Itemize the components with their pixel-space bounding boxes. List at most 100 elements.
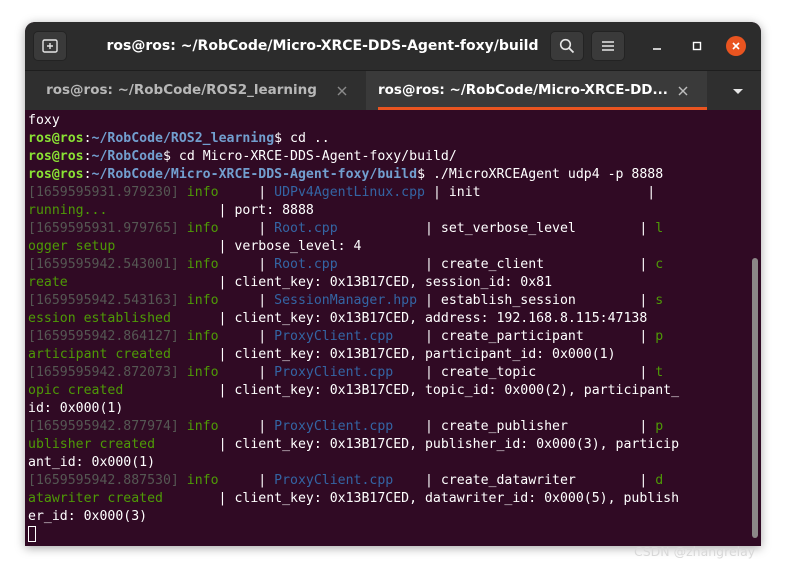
terminal-segment: :: [83, 149, 92, 164]
tab-close-icon[interactable]: [336, 85, 348, 97]
terminal-segment: | create_topic |: [393, 365, 656, 380]
terminal-segment: ant_id: 0x000(1): [28, 455, 156, 470]
terminal-segment: | client_key: 0x13B17CED, session_id: 0x…: [67, 275, 553, 290]
terminal-line: ession established | client_key: 0x13B17…: [28, 310, 679, 328]
terminal-line: running... | port: 8888: [28, 202, 679, 220]
terminal-line: ant_id: 0x000(1): [28, 454, 679, 472]
terminal-segment: ros@ros: [28, 149, 84, 164]
terminal-segment: ProxyClient.cpp: [274, 419, 394, 434]
terminal-segment: |: [218, 365, 275, 380]
terminal-segment: ~/RobCode: [91, 149, 163, 164]
terminal-segment: running...: [28, 203, 108, 218]
terminal-segment: $ ./MicroXRCEAgent udp4 -p 8888: [417, 167, 664, 182]
terminal-segment: | create_participant |: [393, 329, 656, 344]
tab-bar: ros@ros: ~/RobCode/ROS2_learning ros@ros…: [25, 70, 761, 110]
tab-label: ros@ros: ~/RobCode/ROS2_learning: [46, 82, 317, 98]
tab-micro-xrce-dds[interactable]: ros@ros: ~/RobCode/Micro-XRCE-DD...: [366, 71, 707, 110]
terminal-segment: | port: 8888: [107, 203, 314, 218]
terminal-segment: | client_key: 0x13B17CED, topic_id: 0x00…: [123, 383, 680, 398]
terminal-line: [1659595942.887530] info | ProxyClient.c…: [28, 472, 679, 490]
terminal-segment: Root.cpp: [274, 221, 338, 236]
terminal-segment: [1659595942.543001]: [28, 257, 187, 272]
terminal-segment: p: [655, 419, 664, 434]
terminal-line: [1659595942.877974] info | ProxyClient.c…: [28, 418, 679, 436]
new-tab-button[interactable]: [33, 31, 67, 61]
terminal-segment: [1659595942.887530]: [28, 473, 187, 488]
terminal-segment: ~/RobCode/ROS2_learning: [91, 131, 275, 146]
terminal-segment: [1659595931.979765]: [28, 221, 187, 236]
terminal-segment: $ cd ..: [274, 131, 330, 146]
terminal-segment: $ cd Micro-XRCE-DDS-Agent-foxy/build/: [163, 149, 457, 164]
terminal-segment: | establish_session |: [417, 293, 656, 308]
terminal-segment: d: [655, 473, 664, 488]
terminal-line: atawriter created | client_key: 0x13B17C…: [28, 490, 679, 508]
terminal-segment: :: [83, 167, 92, 182]
terminal-segment: t: [655, 365, 664, 380]
tab-close-icon[interactable]: [677, 85, 689, 97]
terminal-segment: l: [655, 221, 664, 236]
terminal-segment: articipant created: [28, 347, 171, 362]
terminal-segment: |: [218, 419, 275, 434]
terminal-segment: [1659595942.872073]: [28, 365, 187, 380]
terminal-segment: ublisher created: [28, 437, 156, 452]
terminal-line: reate | client_key: 0x13B17CED, session_…: [28, 274, 679, 292]
terminal-line: opic created | client_key: 0x13B17CED, t…: [28, 382, 679, 400]
terminal-segment: atawriter created: [28, 491, 163, 506]
new-tab-icon: [42, 39, 58, 53]
terminal-line: id: 0x000(1): [28, 400, 679, 418]
terminal-output[interactable]: foxy ros@ros:~/RobCode/ROS2_learning$ cd …: [25, 110, 761, 546]
terminal-segment: id: 0x000(1): [28, 401, 124, 416]
tab-list-dropdown-icon[interactable]: [731, 85, 745, 97]
terminal-segment: opic created: [28, 383, 124, 398]
terminal-segment: |: [218, 221, 275, 236]
terminal-line: [1659595942.872073] info | ProxyClient.c…: [28, 364, 679, 382]
terminal-segment: :: [83, 131, 92, 146]
scrollbar[interactable]: [752, 258, 758, 538]
terminal-line: [1659595942.864127] info | ProxyClient.c…: [28, 328, 679, 346]
terminal-segment: info: [186, 293, 219, 308]
maximize-button[interactable]: [687, 36, 707, 56]
terminal-cursor-line: [28, 526, 679, 544]
terminal-segment: | create_client |: [337, 257, 656, 272]
terminal-segment: |: [218, 473, 275, 488]
tab-ros2-learning[interactable]: ros@ros: ~/RobCode/ROS2_learning: [25, 71, 366, 110]
terminal-segment: | set_verbose_level |: [337, 221, 656, 236]
terminal-segment: [1659595942.864127]: [28, 329, 187, 344]
minimize-button[interactable]: [647, 36, 667, 56]
terminal-segment: ~/RobCode/Micro-XRCE-DDS-Agent-foxy/buil…: [91, 167, 418, 182]
terminal-segment: p: [655, 329, 664, 344]
terminal-segment: ProxyClient.cpp: [274, 365, 394, 380]
terminal-segment: er_id: 0x000(3): [28, 509, 148, 524]
terminal-line: [1659595942.543001] info | Root.cpp | cr…: [28, 256, 679, 274]
terminal-segment: | client_key: 0x13B17CED, participant_id…: [170, 347, 616, 362]
terminal-segment: |: [218, 257, 275, 272]
terminal-segment: info: [186, 185, 219, 200]
window-title: ros@ros: ~/RobCode/Micro-XRCE-DDS-Agent-…: [106, 38, 539, 54]
terminal-segment: s: [655, 293, 664, 308]
terminal-segment: ros@ros: [28, 131, 84, 146]
terminal-segment: info: [186, 221, 219, 236]
terminal-segment: info: [186, 419, 219, 434]
close-window-button[interactable]: [726, 36, 746, 56]
terminal-segment: ProxyClient.cpp: [274, 473, 394, 488]
menu-button[interactable]: [591, 31, 625, 61]
terminal-segment: ros@ros: [28, 167, 84, 182]
terminal-segment: |: [218, 185, 275, 200]
terminal-segment: | init |: [425, 185, 656, 200]
terminal-segment: info: [186, 257, 219, 272]
terminal-segment: info: [186, 473, 219, 488]
terminal-text: foxy ros@ros:~/RobCode/ROS2_learning$ cd …: [28, 112, 679, 544]
watermark: CSDN @zhangrelay: [634, 544, 756, 559]
terminal-segment: SessionManager.hpp: [274, 293, 418, 308]
close-icon: [732, 42, 740, 50]
search-button[interactable]: [550, 31, 584, 61]
terminal-line: articipant created | client_key: 0x13B17…: [28, 346, 679, 364]
maximize-icon: [692, 41, 702, 51]
terminal-segment: c: [655, 257, 664, 272]
terminal-segment: | create_publisher |: [393, 419, 656, 434]
terminal-segment: |: [218, 293, 275, 308]
terminal-segment: | client_key: 0x13B17CED, publisher_id: …: [155, 437, 680, 452]
terminal-line: ogger setup | verbose_level: 4: [28, 238, 679, 256]
terminal-window: ros@ros: ~/RobCode/Micro-XRCE-DDS-Agent-…: [25, 22, 761, 546]
terminal-segment: info: [186, 329, 219, 344]
